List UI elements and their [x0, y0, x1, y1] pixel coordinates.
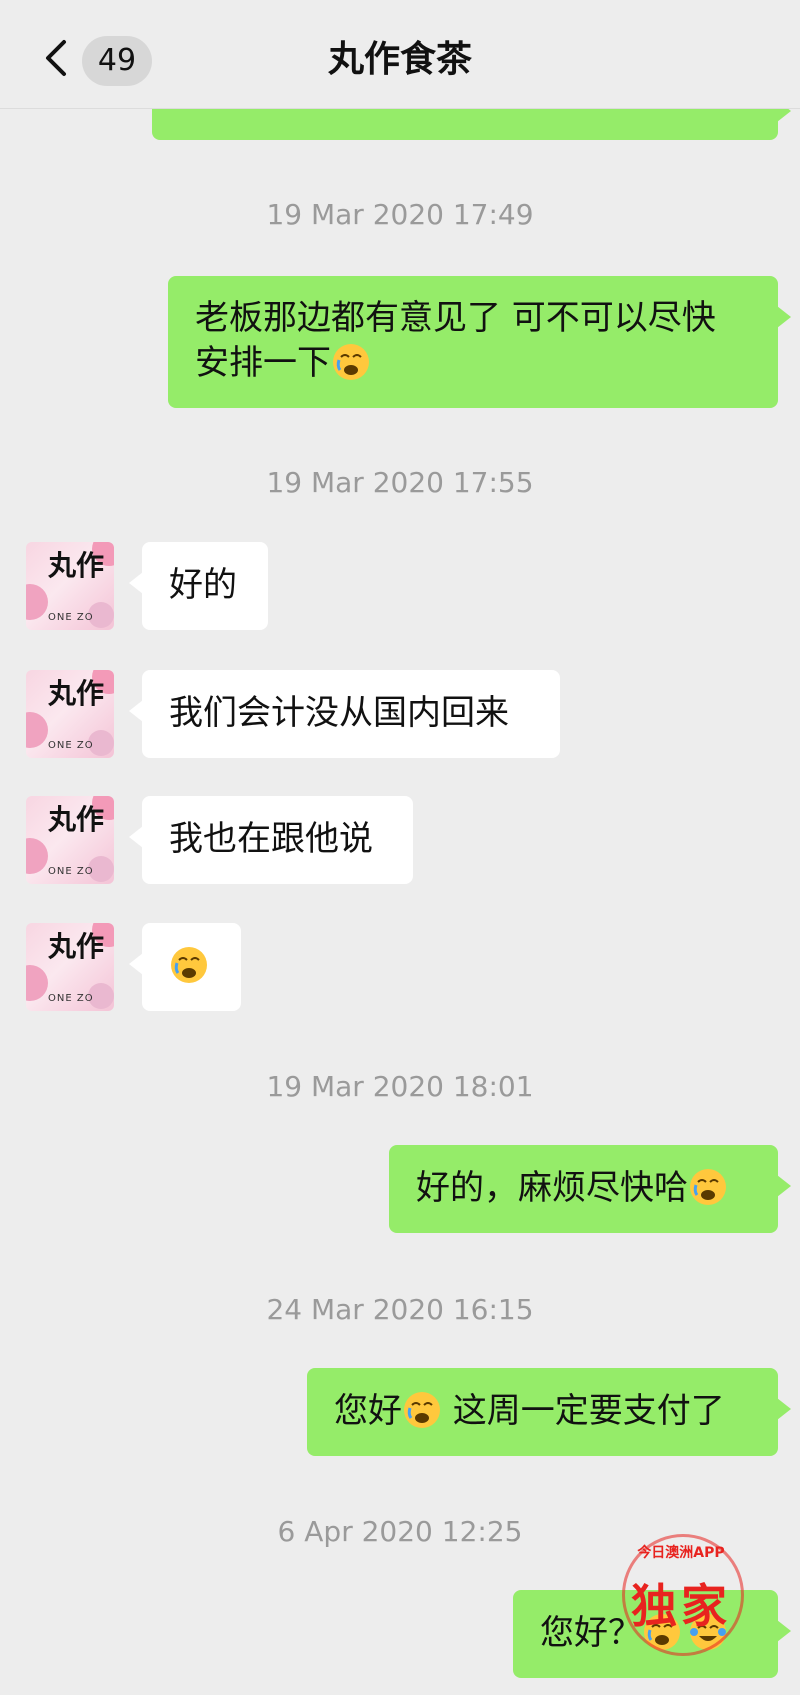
avatar-logo: 丸作 — [48, 930, 105, 963]
avatar-brand-text: ONE ZO — [48, 612, 94, 623]
incoming-message[interactable]: 我也在跟他说 — [129, 796, 413, 884]
weary-emoji-icon — [690, 1169, 726, 1205]
contact-avatar[interactable]: 丸作 ONE ZO — [26, 796, 114, 884]
outgoing-message[interactable]: 老板那边都有意见了 可不可以尽快 安排一下 — [168, 276, 791, 408]
contact-avatar[interactable]: 丸作 ONE ZO — [26, 670, 114, 758]
avatar-logo: 丸作 — [48, 677, 105, 710]
watermark-main-text: 独家 — [631, 1579, 731, 1633]
weary-emoji-icon — [404, 1392, 440, 1428]
nav-bar: 49 丸作食茶 — [0, 0, 800, 109]
message-timestamp: 24 Mar 2020 16:15 — [266, 1293, 534, 1326]
chat-title: 丸作食茶 — [327, 39, 472, 80]
incoming-emoji-message[interactable] — [129, 923, 241, 1011]
weary-emoji-icon — [171, 947, 207, 983]
avatar-brand-text: ONE ZO — [48, 740, 94, 751]
incoming-message[interactable]: 好的 — [129, 542, 268, 630]
contact-avatar[interactable]: 丸作 ONE ZO — [26, 923, 114, 1011]
avatar-brand-text: ONE ZO — [48, 993, 94, 1004]
message-line: 老板那边都有意见了 可不可以尽快 — [195, 298, 716, 338]
message-timestamp: 19 Mar 2020 17:55 — [266, 466, 534, 499]
avatar-logo: 丸作 — [48, 549, 105, 582]
contact-avatar[interactable]: 丸作 ONE ZO — [26, 542, 114, 630]
avatar-brand-text: ONE ZO — [48, 866, 94, 877]
avatar-logo: 丸作 — [48, 803, 105, 836]
message-timestamp: 19 Mar 2020 17:49 — [266, 198, 534, 231]
incoming-message[interactable]: 我们会计没从国内回来 — [129, 670, 560, 758]
outgoing-message[interactable]: 您好 这周一定要支付了 — [307, 1368, 791, 1456]
watermark-top-text: 今日澳洲APP — [637, 1545, 725, 1561]
message-line-with-emoji: 安排一下 — [195, 341, 751, 386]
message-timestamp: 19 Mar 2020 18:01 — [266, 1070, 534, 1103]
weary-emoji-icon — [333, 344, 369, 380]
watermark-stamp: 今日澳洲APP 独家 — [606, 1530, 756, 1680]
outgoing-message[interactable]: 好的，麻烦尽快哈 — [389, 1145, 791, 1233]
